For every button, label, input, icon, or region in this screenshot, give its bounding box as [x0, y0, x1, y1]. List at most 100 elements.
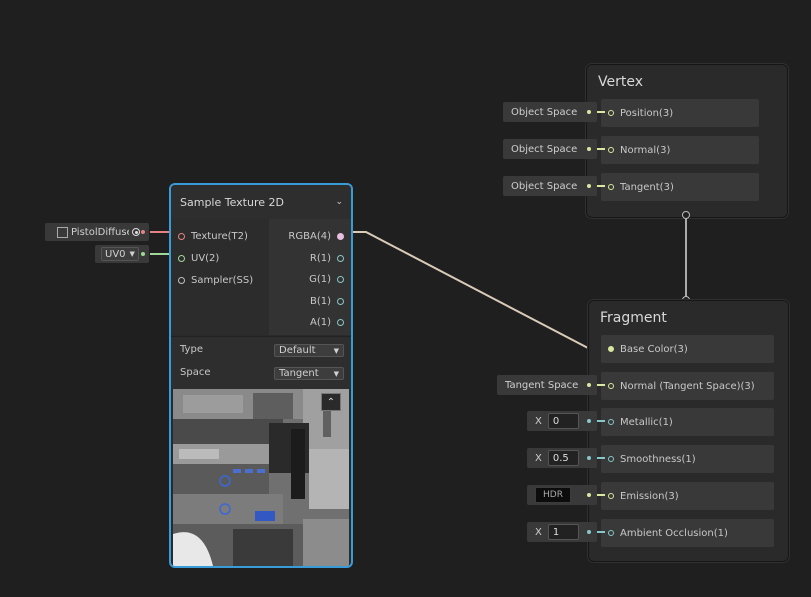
space-row: Space Tangent ▼ — [180, 367, 344, 380]
texture-preview: ⌃ — [173, 389, 349, 566]
fragment-title: Fragment — [600, 310, 667, 326]
port-circle[interactable] — [608, 456, 614, 462]
vertex-slot-normal[interactable]: Normal(3) — [601, 136, 759, 164]
ambient-occlusion-field[interactable]: X 1 — [527, 522, 597, 542]
normal-tangent-space-field[interactable]: Tangent Space — [497, 375, 597, 395]
type-dropdown[interactable]: Default ▼ — [274, 344, 344, 357]
input-sampler[interactable]: Sampler(SS) — [178, 275, 253, 286]
tangent-space-field[interactable]: Object Space — [503, 176, 597, 196]
sample-texture-2d-node[interactable]: Sample Texture 2D ⌄ Texture(T2) UV(2) Sa… — [169, 183, 353, 568]
slot-label: Metallic(1) — [620, 416, 673, 428]
output-rgba[interactable]: RGBA(4) — [288, 231, 344, 242]
emission-field[interactable]: HDR — [527, 485, 597, 505]
hdr-color-swatch[interactable]: HDR — [535, 487, 571, 503]
texture-asset-icon — [57, 226, 68, 238]
wire-rgba-to-basecolor — [352, 231, 604, 349]
metallic-field[interactable]: X 0 — [527, 411, 597, 431]
input-texture[interactable]: Texture(T2) — [178, 231, 248, 242]
slot-label: Base Color(3) — [620, 343, 688, 355]
connector-dot — [587, 110, 591, 114]
vertex-node[interactable]: Vertex Position(3) Normal(3) Tangent(3) — [586, 64, 788, 218]
port-circle[interactable] — [178, 255, 185, 262]
vertex-output-port[interactable] — [682, 211, 690, 219]
connector-dot — [141, 252, 145, 256]
port-circle[interactable] — [608, 493, 614, 499]
space-label: Space — [180, 367, 211, 378]
slot-label: Tangent(3) — [620, 181, 674, 193]
type-value: Default — [279, 345, 316, 356]
input-uv[interactable]: UV(2) — [178, 253, 219, 264]
output-g[interactable]: G(1) — [309, 274, 344, 285]
wire-stub — [597, 420, 605, 422]
wire-stub — [597, 531, 605, 533]
type-row: Type Default ▼ — [180, 344, 344, 357]
fragment-slot-ambient-occlusion[interactable]: Ambient Occlusion(1) — [601, 519, 774, 547]
connector-dot — [587, 147, 591, 151]
port-circle[interactable] — [608, 147, 614, 153]
position-space-field[interactable]: Object Space — [503, 102, 597, 122]
chevron-up-icon: ⌃ — [326, 396, 336, 408]
port-label: UV(2) — [191, 253, 220, 264]
sample-node-header[interactable]: Sample Texture 2D ⌄ — [171, 185, 351, 219]
port-circle[interactable] — [337, 233, 344, 240]
chevron-down-icon: ▼ — [333, 346, 339, 355]
port-label: G(1) — [309, 274, 331, 285]
wire-stub — [597, 384, 605, 386]
smoothness-field[interactable]: X 0.5 — [527, 448, 597, 468]
connector-dot — [587, 184, 591, 188]
connector-dot — [587, 530, 591, 534]
fragment-slot-smoothness[interactable]: Smoothness(1) — [601, 445, 774, 473]
fragment-slot-base-color[interactable]: Base Color(3) — [601, 335, 774, 363]
ao-value-input[interactable]: 1 — [547, 524, 580, 540]
x-label: X — [535, 526, 542, 538]
wire-stub — [597, 494, 605, 496]
wire-stub — [597, 185, 605, 187]
texture-asset-name: PistolDiffuse — [71, 226, 129, 238]
port-label: R(1) — [309, 253, 331, 264]
port-circle[interactable] — [608, 530, 614, 536]
vertex-slot-tangent[interactable]: Tangent(3) — [601, 173, 759, 201]
metallic-value-input[interactable]: 0 — [547, 413, 580, 429]
uv-dropdown[interactable]: UV0 ▼ — [101, 247, 139, 261]
port-circle[interactable] — [178, 277, 185, 284]
output-b[interactable]: B(1) — [310, 296, 344, 307]
port-circle[interactable] — [337, 255, 344, 262]
fragment-slot-normal[interactable]: Normal (Tangent Space)(3) — [601, 372, 774, 400]
port-circle[interactable] — [608, 110, 614, 116]
vertex-slot-position[interactable]: Position(3) — [601, 99, 759, 127]
port-circle[interactable] — [608, 184, 614, 190]
space-label: Tangent Space — [505, 379, 579, 391]
fragment-slot-emission[interactable]: Emission(3) — [601, 482, 774, 510]
port-circle[interactable] — [608, 383, 614, 389]
slot-label: Ambient Occlusion(1) — [620, 527, 728, 539]
collapse-preview-button[interactable]: ⌃ — [321, 393, 341, 411]
port-circle[interactable] — [337, 276, 344, 283]
port-circle[interactable] — [608, 419, 614, 425]
space-dropdown[interactable]: Tangent ▼ — [274, 367, 344, 380]
port-circle[interactable] — [608, 346, 614, 352]
x-label: X — [535, 415, 542, 427]
port-label: RGBA(4) — [288, 231, 331, 242]
port-label: Texture(T2) — [191, 231, 248, 242]
space-label: Object Space — [511, 106, 578, 118]
uv-channel-field[interactable]: UV0 ▼ — [95, 245, 149, 263]
output-a[interactable]: A(1) — [310, 317, 344, 328]
chevron-down-icon[interactable]: ⌄ — [335, 197, 343, 207]
normal-space-field[interactable]: Object Space — [503, 139, 597, 159]
smoothness-value-input[interactable]: 0.5 — [547, 450, 580, 466]
port-circle[interactable] — [178, 233, 185, 240]
chevron-down-icon: ▼ — [333, 369, 339, 378]
sample-node-settings: Type Default ▼ Space Tangent ▼ — [171, 336, 351, 389]
output-r[interactable]: R(1) — [310, 253, 344, 264]
port-circle[interactable] — [337, 298, 344, 305]
object-picker-icon[interactable] — [132, 228, 140, 236]
port-label: A(1) — [309, 317, 331, 328]
texture-asset-field[interactable]: PistolDiffuse — [45, 223, 149, 241]
fragment-slot-metallic[interactable]: Metallic(1) — [601, 408, 774, 436]
connector-dot — [587, 493, 591, 497]
sample-node-title: Sample Texture 2D — [180, 195, 284, 209]
port-circle[interactable] — [337, 319, 344, 326]
fragment-node[interactable]: Fragment Base Color(3) Normal (Tangent S… — [588, 300, 789, 562]
connector-dot — [587, 419, 591, 423]
x-label: X — [535, 452, 542, 464]
